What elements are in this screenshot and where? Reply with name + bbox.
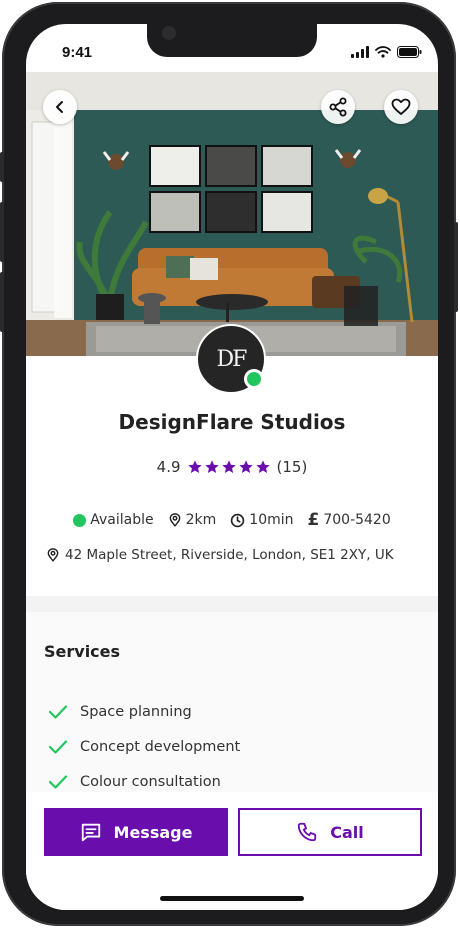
- home-indicator[interactable]: [160, 896, 304, 901]
- check-icon: [48, 775, 68, 789]
- availability-label: Available: [90, 512, 154, 528]
- volume-down-button: [0, 272, 4, 332]
- mute-switch: [0, 152, 4, 182]
- services-section: Services Space planning Concept developm…: [26, 612, 438, 792]
- status-time: 9:41: [62, 44, 93, 61]
- star-icon: [238, 460, 253, 473]
- review-count: (15): [276, 458, 308, 476]
- camera-icon: [162, 26, 176, 40]
- phone-icon: [298, 822, 317, 842]
- time-value: 10min: [249, 512, 294, 528]
- list-item: Concept development: [48, 739, 240, 755]
- cellular-signal-icon: [351, 46, 369, 58]
- hero-image: [26, 72, 438, 356]
- list-item: Space planning: [48, 704, 192, 720]
- avatar-initials: DF: [216, 346, 248, 372]
- heart-icon: [391, 98, 411, 115]
- rating-row: 4.9 (15): [26, 458, 438, 476]
- share-icon: [329, 97, 347, 117]
- location-pin-icon: [47, 548, 59, 562]
- star-icon: [255, 460, 270, 473]
- share-button[interactable]: [321, 90, 355, 124]
- star-icon: [221, 460, 236, 473]
- phone-number[interactable]: £ 700-5420: [308, 510, 391, 530]
- phone-frame: 9:41 DF DesignFlare Studios 4.9 (15) Ava…: [0, 2, 458, 926]
- screen: 9:41 DF DesignFlare Studios 4.9 (15) Ava…: [26, 24, 438, 910]
- clock-icon: [231, 513, 245, 527]
- call-button[interactable]: Call: [238, 808, 422, 856]
- notch: [147, 24, 317, 57]
- distance-value: 2km: [185, 512, 217, 528]
- chevron-left-icon: [56, 101, 63, 113]
- meta-row: Available 2km 10min £ 700-5420: [26, 510, 438, 530]
- volume-up-button: [0, 202, 4, 262]
- favorite-button[interactable]: [384, 90, 418, 124]
- star-icon: [204, 460, 219, 473]
- star-icon: [187, 460, 202, 473]
- service-label: Concept development: [80, 739, 241, 755]
- section-divider: [26, 596, 438, 612]
- available-dot-icon: [73, 513, 87, 527]
- power-button: [454, 222, 458, 312]
- availability-status: Available: [73, 512, 154, 528]
- services-title: Services: [44, 642, 121, 661]
- message-icon: [81, 823, 100, 842]
- call-label: Call: [330, 822, 364, 842]
- back-button[interactable]: [43, 90, 77, 124]
- online-status-dot: [244, 369, 264, 389]
- phone-value: 700-5420: [323, 512, 391, 528]
- distance: 2km: [168, 512, 217, 528]
- address-text: 42 Maple Street, Riverside, London, SE1 …: [65, 547, 394, 563]
- action-bar: Message Call: [26, 792, 438, 910]
- message-label: Message: [113, 822, 193, 842]
- list-item: Colour consultation: [48, 774, 221, 790]
- message-button[interactable]: Message: [44, 808, 228, 856]
- pound-icon: £: [307, 510, 320, 530]
- check-icon: [48, 740, 68, 754]
- rating-value: 4.9: [156, 458, 181, 476]
- wifi-icon: [375, 46, 391, 58]
- address: 42 Maple Street, Riverside, London, SE1 …: [46, 547, 394, 563]
- travel-time: 10min: [230, 512, 294, 528]
- star-rating: [187, 459, 271, 475]
- service-label: Colour consultation: [80, 774, 221, 790]
- service-label: Space planning: [80, 704, 192, 720]
- battery-icon: [397, 46, 422, 58]
- check-icon: [48, 705, 68, 719]
- location-pin-icon: [169, 513, 180, 527]
- business-name: DesignFlare Studios: [118, 410, 346, 434]
